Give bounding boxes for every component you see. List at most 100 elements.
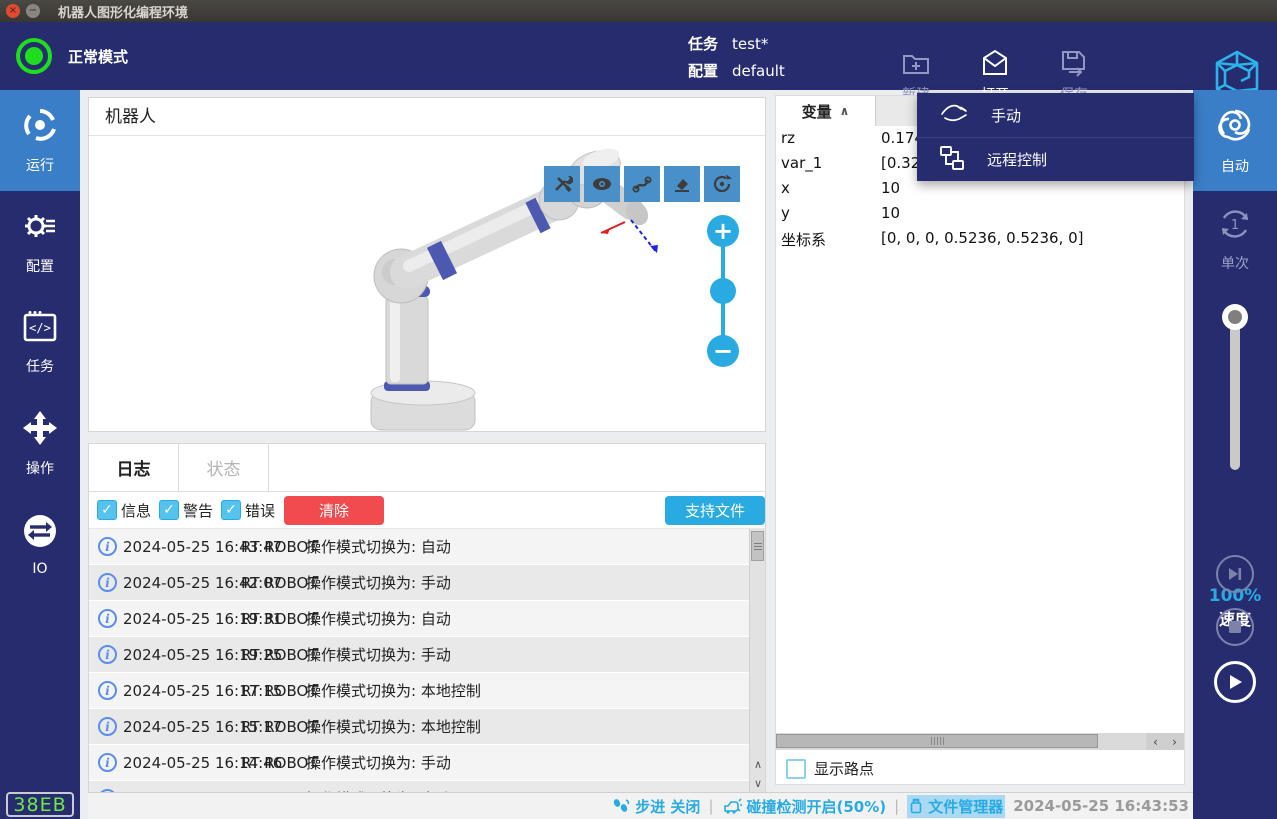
checkbox-checked-icon: ✓ xyxy=(159,500,179,520)
variable-row[interactable]: 坐标系 [0, 0, 0, 0.5236, 0.5236, 0] xyxy=(776,229,1184,254)
log-row[interactable]: i 2024-05-25 16:17:15 RT ROBOT 操作模式切换为: … xyxy=(89,673,751,709)
checkbox-checked-icon: ✓ xyxy=(97,500,117,520)
log-panel: 日志 状态 ✓ 信息 ✓ 警告 ✓ 错误 清除 支持文件 xyxy=(88,443,766,792)
save-icon xyxy=(1059,48,1089,78)
task-value: test* xyxy=(732,35,768,53)
single-cycle-icon: 1 xyxy=(1216,205,1254,247)
checkbox-checked-icon: ✓ xyxy=(221,500,241,520)
sidebar-item-run[interactable]: 运行 xyxy=(0,90,80,191)
log-message: 操作模式切换为: 本地控制 xyxy=(306,716,481,737)
reset-view-button[interactable] xyxy=(704,166,740,202)
support-file-button[interactable]: 支持文件 xyxy=(665,496,765,525)
zoom-in-button[interactable]: + xyxy=(707,215,739,247)
log-filter-checkbox[interactable]: ✓ 信息 xyxy=(97,500,151,521)
menu-item-manual[interactable]: 手动 xyxy=(917,93,1194,137)
variable-name: 坐标系 xyxy=(781,229,826,250)
scroll-right-icon[interactable]: › xyxy=(1165,733,1184,750)
checkbox-unchecked-icon xyxy=(786,759,806,779)
config-value: default xyxy=(732,62,785,80)
log-message: 操作模式切换为: 手动 xyxy=(306,752,451,773)
menu-item-label: 远程控制 xyxy=(987,149,1047,170)
step-mode-toggle[interactable]: 步进 关闭 xyxy=(612,796,700,817)
code-window-icon: </> xyxy=(22,310,58,348)
log-list[interactable]: i 2024-05-25 16:43:47 RT ROBOT 操作模式切换为: … xyxy=(89,529,751,793)
menu-item-remote-control[interactable]: 远程控制 xyxy=(917,137,1194,181)
log-row[interactable]: i 2024-05-25 16:15:17 RT ROBOT 操作模式切换为: … xyxy=(89,709,751,745)
speed-slider-track[interactable] xyxy=(1230,318,1240,470)
show-waypoints-checkbox[interactable]: 显示路点 xyxy=(786,758,874,779)
status-bar: 步进 关闭 | 碰撞检测开启(50%) | 文件管理器 2024-05-25 1… xyxy=(88,792,1193,819)
log-message: 操作模式切换为: 自动 xyxy=(306,536,451,557)
tab-log[interactable]: 日志 xyxy=(89,444,179,491)
run-icon xyxy=(22,107,58,147)
sidebar-item-operate[interactable]: 操作 xyxy=(0,393,80,494)
eraser-button[interactable] xyxy=(664,166,700,202)
tcp-axes xyxy=(601,220,658,253)
log-row[interactable]: i 2024-05-25 16:42:07 RT ROBOT 操作模式切换为: … xyxy=(89,565,751,601)
variable-row[interactable]: x 10 xyxy=(776,179,1184,204)
svg-text:</>: </> xyxy=(29,321,51,335)
zoom-control: + − xyxy=(707,215,739,383)
stop-button[interactable] xyxy=(1216,608,1254,646)
footsteps-icon xyxy=(612,798,630,814)
log-scrollbar[interactable]: ∧ ∨ xyxy=(749,529,765,793)
log-row[interactable]: i 2024-05-25 16:19:31 RT ROBOT 操作模式切换为: … xyxy=(89,601,751,637)
play-button[interactable] xyxy=(1214,661,1256,703)
path-button[interactable] xyxy=(624,166,660,202)
task-label: 任务 xyxy=(688,33,718,54)
log-filter-checkbox[interactable]: ✓ 错误 xyxy=(221,500,275,521)
log-message: 操作模式切换为: 手动 xyxy=(306,644,451,665)
menu-item-label: 手动 xyxy=(991,105,1021,126)
sidebar-item-label: 任务 xyxy=(26,356,54,376)
auto-mode-button[interactable]: 自动 xyxy=(1193,90,1277,191)
info-icon: i xyxy=(98,681,117,700)
scroll-up-icon[interactable]: ∧ xyxy=(750,755,766,774)
collision-detection-toggle[interactable]: 碰撞检测开启(50%) xyxy=(722,796,887,817)
new-file-icon xyxy=(901,48,931,78)
sidebar-item-task[interactable]: </> 任务 xyxy=(0,292,80,393)
right-sidebar: 自动 1 单次 100% 速度 xyxy=(1193,90,1277,819)
info-icon: i xyxy=(98,645,117,664)
close-icon[interactable]: × xyxy=(6,4,20,18)
scroll-left-icon[interactable]: ‹ xyxy=(1146,733,1165,750)
variables-hscrollbar[interactable]: ‹ › xyxy=(776,733,1184,750)
view-toolbar xyxy=(544,166,740,202)
file-manager-button[interactable]: 文件管理器 xyxy=(907,795,1005,818)
log-tabs: 日志 状态 xyxy=(89,444,765,492)
info-icon: i xyxy=(98,609,117,628)
robot-panel-title: 机器人 xyxy=(89,98,765,136)
log-row[interactable]: i 2024-05-25 16:19:25 RT ROBOT 操作模式切换为: … xyxy=(89,637,751,673)
step-forward-button[interactable] xyxy=(1216,555,1254,593)
log-filter-checkbox[interactable]: ✓ 警告 xyxy=(159,500,213,521)
variable-value: 10 xyxy=(881,204,900,222)
visibility-button[interactable] xyxy=(584,166,620,202)
svg-text:1: 1 xyxy=(1231,218,1239,233)
titlebar: × − 机器人图形化编程环境 xyxy=(0,0,1277,22)
open-file-icon xyxy=(980,48,1010,78)
log-row[interactable]: i 2024-05-25 16:14:46 RT ROBOT 操作模式切换为: … xyxy=(89,745,751,781)
log-row[interactable]: i 2024-05-25 16:43:47 RT ROBOT 操作模式切换为: … xyxy=(89,529,751,565)
mode-indicator: 正常模式 xyxy=(16,22,128,90)
scroll-down-icon[interactable]: ∨ xyxy=(750,774,766,793)
variable-row[interactable]: y 10 xyxy=(776,204,1184,229)
speed-slider-thumb[interactable] xyxy=(1222,304,1248,330)
variables-title: 变量 xyxy=(802,101,832,122)
tab-status[interactable]: 状态 xyxy=(179,444,269,491)
single-run-button[interactable]: 1 单次 xyxy=(1193,205,1277,273)
log-scrollbar-thumb[interactable] xyxy=(751,531,764,561)
zoom-slider-thumb[interactable] xyxy=(710,278,736,304)
left-sidebar: 运行 配置 </> 任务 操作 IO xyxy=(0,90,80,819)
robot-3d-panel: 机器人 xyxy=(88,97,766,432)
variables-collapse-toggle[interactable]: 变量 ∧ xyxy=(776,96,876,126)
status-green-icon xyxy=(16,38,52,74)
chevron-up-icon: ∧ xyxy=(840,104,850,118)
hscrollbar-thumb[interactable] xyxy=(776,734,1098,748)
zoom-out-button[interactable]: − xyxy=(707,335,739,367)
log-message: 操作模式切换为: 本地控制 xyxy=(306,680,481,701)
tools-button[interactable] xyxy=(544,166,580,202)
log-message: 操作模式切换为: 手动 xyxy=(306,572,451,593)
clear-log-button[interactable]: 清除 xyxy=(284,496,384,525)
sidebar-item-config[interactable]: 配置 xyxy=(0,191,80,292)
sidebar-item-io[interactable]: IO xyxy=(0,494,80,595)
minimize-icon[interactable]: − xyxy=(26,4,40,18)
